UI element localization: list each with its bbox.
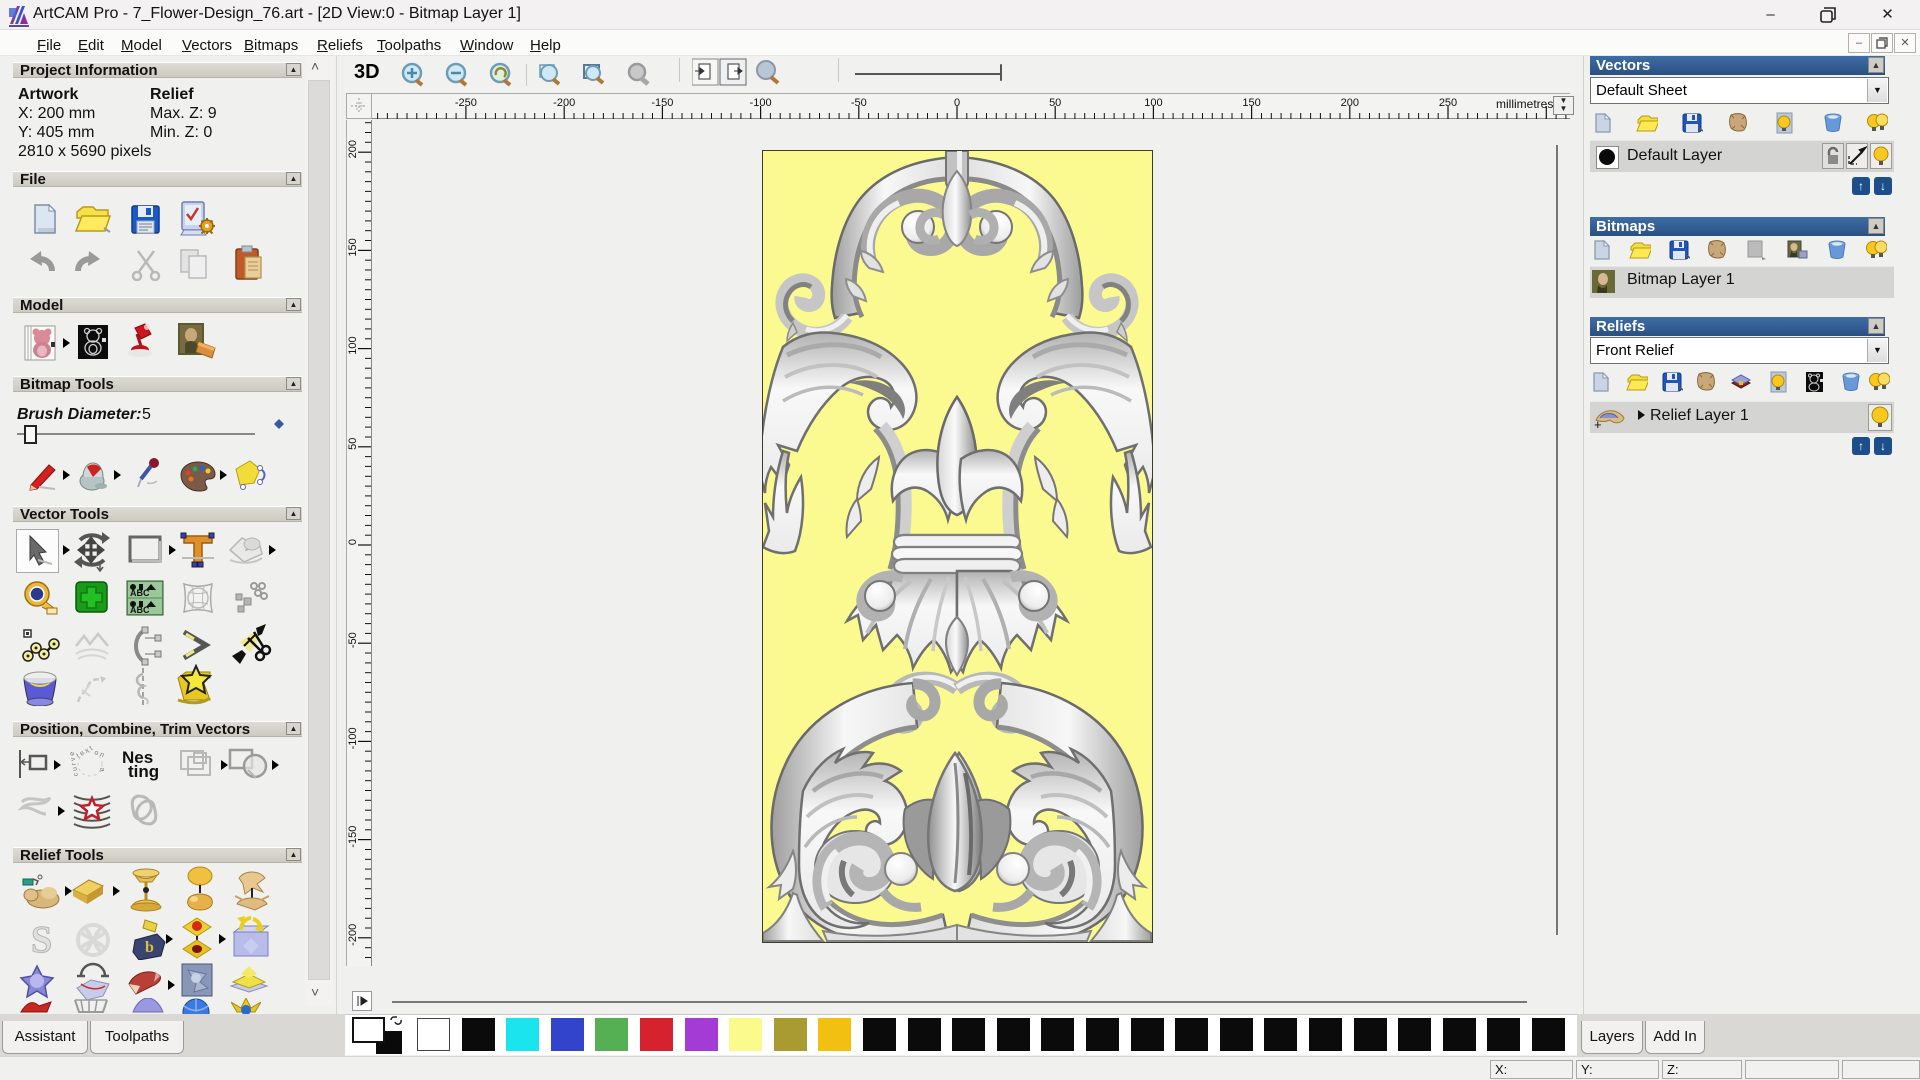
svg-text:0: 0: [954, 97, 960, 109]
svg-text:100: 100: [347, 336, 359, 354]
svg-text:50: 50: [1049, 97, 1061, 109]
svg-text:-150: -150: [651, 97, 673, 109]
svg-text:150: 150: [347, 238, 359, 256]
svg-text:-50: -50: [851, 97, 867, 109]
svg-text:ABC: ABC: [130, 588, 150, 598]
svg-text:-50: -50: [347, 632, 359, 648]
svg-text:-200: -200: [347, 924, 359, 946]
svg-text:150: 150: [1242, 97, 1260, 109]
svg-text:200: 200: [1341, 97, 1359, 109]
svg-text:50: 50: [347, 438, 359, 450]
svg-text:250: 250: [1439, 97, 1457, 109]
svg-text:o n: o n: [93, 749, 105, 759]
svg-text:ABC: ABC: [130, 605, 150, 615]
svg-text:-150: -150: [347, 826, 359, 848]
svg-text:-200: -200: [553, 97, 575, 109]
svg-text:100: 100: [1144, 97, 1162, 109]
svg-text:S: S: [31, 920, 52, 958]
svg-text:-100: -100: [750, 97, 772, 109]
svg-text:b: b: [145, 939, 154, 956]
svg-text:200: 200: [347, 140, 359, 158]
svg-text:-250: -250: [455, 97, 477, 109]
svg-text:-100: -100: [347, 727, 359, 749]
svg-text:0: 0: [347, 539, 359, 545]
svg-text:+: +: [1594, 417, 1602, 430]
